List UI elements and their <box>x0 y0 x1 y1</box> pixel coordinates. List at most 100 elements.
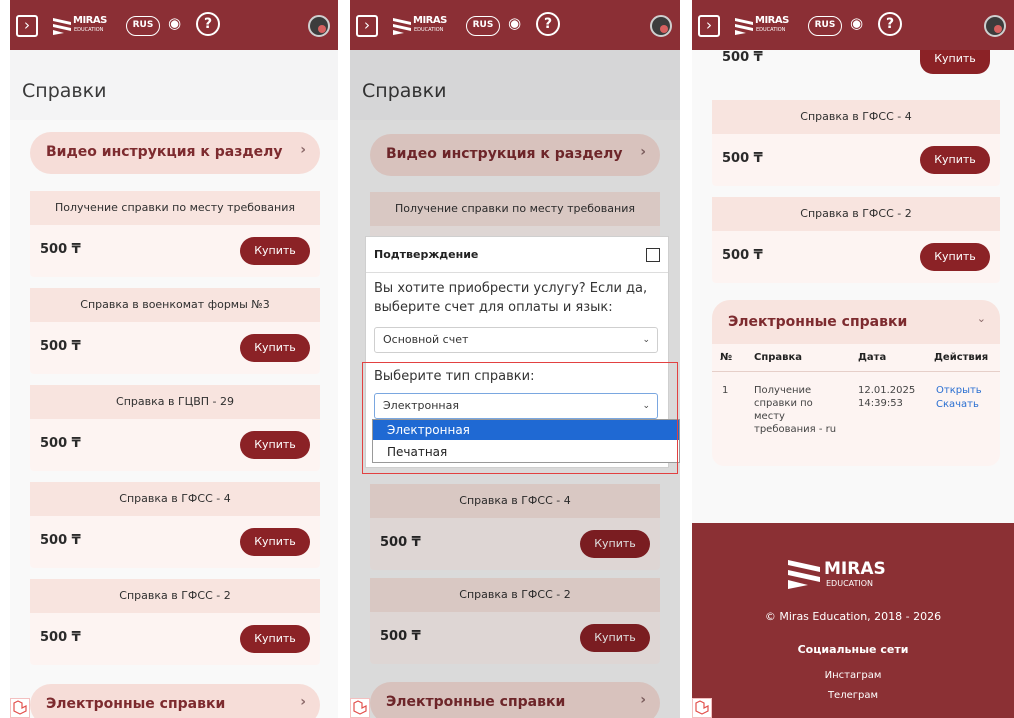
page-title: Справки <box>22 80 107 102</box>
telegram-link[interactable]: Телеграм <box>692 690 1014 701</box>
video-instruction-toggle[interactable]: Видео инструкция к разделу › <box>30 132 320 174</box>
buy-button[interactable]: Купить <box>920 146 990 174</box>
column-date: Дата <box>858 352 887 363</box>
help-button[interactable]: ? <box>878 12 902 36</box>
logo-sub: EDUCATION <box>414 27 444 33</box>
service-card: Справка в ГФСС - 2 500 ₸ Купить <box>712 197 1000 283</box>
menu-toggle-button[interactable]: › <box>698 15 720 37</box>
avatar[interactable] <box>984 15 1006 37</box>
table-header: № Справка Дата Действия <box>712 344 1000 372</box>
service-title: Справка в ГЦВП - 29 <box>30 385 320 419</box>
debugbar-icon[interactable] <box>692 698 712 718</box>
service-title: Получение справки по месту требования <box>30 191 320 225</box>
table-row: 1 Получение справки по месту требования … <box>712 372 1000 456</box>
service-title: Справка в ГФСС - 4 <box>712 100 1000 134</box>
download-link[interactable]: Скачать <box>936 398 979 411</box>
account-select[interactable]: Основной счет ⌄ <box>374 327 658 353</box>
footer-copyright: © Miras Education, 2018 - 2026 <box>764 610 942 623</box>
account-select-value: Основной счет <box>383 333 469 346</box>
language-button[interactable]: RUS <box>126 16 160 36</box>
dialog-title: Подтверждение <box>366 237 668 273</box>
chevron-right-icon: › <box>300 694 306 710</box>
row-number: 1 <box>722 385 729 396</box>
avatar[interactable] <box>308 15 330 37</box>
row-reference-name: Получение справки по месту требования - … <box>754 385 837 435</box>
service-card: Справка в ГФСС - 4 500 ₸ Купить <box>712 100 1000 186</box>
dialog-question: Вы хотите приобрести услугу? Если да, вы… <box>374 281 648 315</box>
social-title: Социальные сети <box>797 643 909 656</box>
eye-icon[interactable]: ◉ <box>168 14 181 32</box>
menu-toggle-button[interactable]: › <box>356 15 378 37</box>
electronic-references-label: Электронные справки <box>46 696 226 712</box>
service-price: 500 ₸ <box>722 151 763 166</box>
electronic-references-toggle[interactable]: Электронные справки › <box>30 684 320 718</box>
top-navbar: › MIRAS EDUCATION RUS ◉ ? <box>350 0 680 50</box>
language-button[interactable]: RUS <box>808 16 842 36</box>
service-price: 500 ₸ <box>722 248 763 263</box>
top-navbar: › MIRAS EDUCATION RUS ◉ ? <box>692 0 1014 50</box>
logo-sub: EDUCATION <box>74 27 104 33</box>
service-price: 500 ₸ <box>40 242 81 257</box>
column-reference: Справка <box>754 352 803 363</box>
miras-logo-icon <box>53 18 71 35</box>
footer-logo: MIRAS EDUCATION <box>786 557 896 593</box>
logo-sub: EDUCATION <box>756 27 786 33</box>
buy-button[interactable]: Купить <box>240 237 310 265</box>
service-price: 500 ₸ <box>40 630 81 645</box>
eye-icon[interactable]: ◉ <box>850 14 863 32</box>
buy-button[interactable]: Купить <box>240 334 310 362</box>
service-card: Справка в военкомат формы №3 500 ₸ Купит… <box>30 288 320 374</box>
miras-logo[interactable]: MIRAS EDUCATION <box>52 14 114 38</box>
buy-button[interactable]: Купить <box>240 625 310 653</box>
avatar[interactable] <box>650 15 672 37</box>
help-button[interactable]: ? <box>196 12 220 36</box>
buy-button[interactable]: Купить <box>240 431 310 459</box>
buy-button[interactable]: Купить <box>240 528 310 556</box>
service-title: Справка в ГФСС - 4 <box>30 482 320 516</box>
service-card: Справка в ГФСС - 4 500 ₸ Купить <box>30 482 320 568</box>
service-title: Справка в военкомат формы №3 <box>30 288 320 322</box>
footer-logo-sub: EDUCATION <box>826 579 874 588</box>
miras-logo-icon <box>735 18 753 35</box>
panel-scrolled: 500 ₸ Купить Справка в ГФСС - 4 500 ₸ Ку… <box>692 0 1014 718</box>
panel-list: › MIRAS EDUCATION RUS ◉ ? Справки Видео … <box>10 0 338 718</box>
buy-button[interactable]: Купить <box>920 48 990 74</box>
service-price: 500 ₸ <box>40 339 81 354</box>
help-button[interactable]: ? <box>536 12 560 36</box>
language-button[interactable]: RUS <box>466 16 500 36</box>
column-actions: Действия <box>934 352 989 363</box>
service-price: 500 ₸ <box>40 436 81 451</box>
instagram-link[interactable]: Инстаграм <box>692 670 1014 681</box>
electronic-references-panel: Электронные справки ⌄ № Справка Дата Дей… <box>712 300 1000 466</box>
service-card: Справка в ГФСС - 2 500 ₸ Купить <box>30 579 320 665</box>
buy-button[interactable]: Купить <box>920 243 990 271</box>
service-card: Получение справки по месту требования 50… <box>30 191 320 277</box>
logo-word: MIRAS <box>413 15 447 26</box>
electronic-references-label: Электронные справки <box>728 314 908 330</box>
top-navbar: › MIRAS EDUCATION RUS ◉ ? <box>10 0 338 50</box>
footer-logo-word: MIRAS <box>824 559 886 579</box>
logo-word: MIRAS <box>755 15 789 26</box>
chevron-down-icon: ⌄ <box>642 335 650 345</box>
service-price: 500 ₸ <box>722 50 763 65</box>
panel-dialog: › MIRAS EDUCATION RUS ◉ ? Справки Видео … <box>350 0 680 718</box>
menu-toggle-button[interactable]: › <box>16 15 38 37</box>
logo-word: MIRAS <box>73 15 107 26</box>
service-card: Справка в ГЦВП - 29 500 ₸ Купить <box>30 385 320 471</box>
open-link[interactable]: Открыть <box>936 384 982 397</box>
miras-logo[interactable]: MIRAS EDUCATION <box>734 14 796 38</box>
eye-icon[interactable]: ◉ <box>508 14 521 32</box>
debugbar-icon[interactable] <box>10 698 30 718</box>
debugbar-icon[interactable] <box>350 698 370 718</box>
miras-logo[interactable]: MIRAS EDUCATION <box>392 14 454 38</box>
electronic-references-header[interactable]: Электронные справки ⌄ <box>712 300 1000 344</box>
highlight-box <box>362 362 678 474</box>
column-number: № <box>720 352 733 363</box>
chevron-down-icon: ⌄ <box>976 312 986 325</box>
miras-logo-icon <box>788 560 820 589</box>
miras-logo-icon <box>393 18 411 35</box>
video-instruction-label: Видео инструкция к разделу <box>46 144 283 160</box>
row-date: 12.01.2025 14:39:53 <box>858 385 916 409</box>
close-icon[interactable] <box>646 248 660 262</box>
chevron-right-icon: › <box>300 142 306 158</box>
